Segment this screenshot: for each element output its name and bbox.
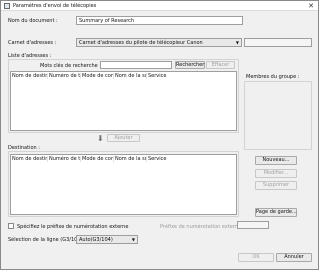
column-header[interactable]: Service (147, 73, 177, 79)
prefix-checkbox-label: Spécifiez le préfixe de numérotation ext… (17, 224, 129, 230)
title-bar: Paramètres d'envoi de télécopies ✕ (1, 1, 318, 11)
modify-button[interactable]: Modifier... (255, 169, 297, 178)
search-input[interactable] (100, 61, 172, 69)
column-header[interactable]: Service (147, 156, 177, 162)
column-header[interactable]: Nom de destination (11, 156, 48, 162)
cover-page-button[interactable]: Page de garde... (255, 208, 297, 217)
document-name-label: Nom du document : (8, 18, 58, 24)
window-title: Paramètres d'envoi de télécopies (13, 3, 97, 9)
prefix-label: Préfixe de numérotation externe : (160, 224, 245, 230)
column-header[interactable]: Mode de commu... (81, 73, 114, 79)
prefix-input[interactable] (237, 221, 269, 229)
down-arrow-icon: ⬇ (97, 134, 104, 143)
address-book-label: Carnet d'adresses : (8, 40, 57, 46)
search-label: Mots clés de recherche : (40, 63, 102, 69)
address-book-selected: Carnet d'adresses du pilote de télécopie… (79, 40, 203, 46)
column-header[interactable]: Nom de la société (114, 73, 147, 79)
line-selection-select[interactable]: Auto(G3/104) ▼ (76, 235, 138, 244)
line-selection-selected: Auto(G3/104) (79, 237, 113, 243)
column-header[interactable]: Nom de la société (114, 156, 147, 162)
document-name-input[interactable]: Summary of Research (76, 16, 243, 25)
ok-button[interactable]: OK (238, 253, 274, 262)
column-header[interactable]: Numéro de téléco... (48, 73, 81, 79)
column-header[interactable]: Mode de commu... (81, 156, 114, 162)
group-members-label: Membres du groupe : (246, 74, 300, 80)
destination-header: Nom de destination Numéro de téléco... M… (11, 155, 236, 162)
chevron-down-icon: ▼ (131, 237, 135, 242)
close-icon[interactable]: ✕ (308, 2, 314, 10)
address-book-extra-field (244, 38, 312, 47)
column-header[interactable]: Numéro de téléco... (48, 156, 81, 162)
clear-button[interactable]: Effacer (206, 61, 235, 69)
new-button[interactable]: Nouveau... (255, 156, 297, 165)
line-selection-label: Sélection de la ligne (G3/104) : (8, 237, 86, 243)
cancel-button[interactable]: Annuler (276, 253, 312, 262)
group-members-panel (244, 81, 312, 150)
prefix-checkbox[interactable] (8, 223, 14, 229)
address-list-table[interactable]: Nom de destination Numéro de téléco... M… (10, 71, 237, 131)
column-header[interactable]: Nom de destination (11, 73, 48, 79)
search-button[interactable]: Rechercher (175, 61, 205, 69)
add-button[interactable]: Ajouter (107, 134, 140, 142)
fax-icon (4, 3, 10, 9)
address-book-select[interactable]: Carnet d'adresses du pilote de télécopie… (76, 38, 242, 47)
chevron-down-icon: ▼ (235, 40, 239, 45)
delete-button[interactable]: Supprimer (255, 181, 297, 190)
fax-settings-dialog: Paramètres d'envoi de télécopies ✕ Nom d… (0, 0, 319, 270)
address-list-header: Nom de destination Numéro de téléco... M… (11, 72, 236, 79)
destination-table[interactable]: Nom de destination Numéro de téléco... M… (10, 154, 237, 215)
